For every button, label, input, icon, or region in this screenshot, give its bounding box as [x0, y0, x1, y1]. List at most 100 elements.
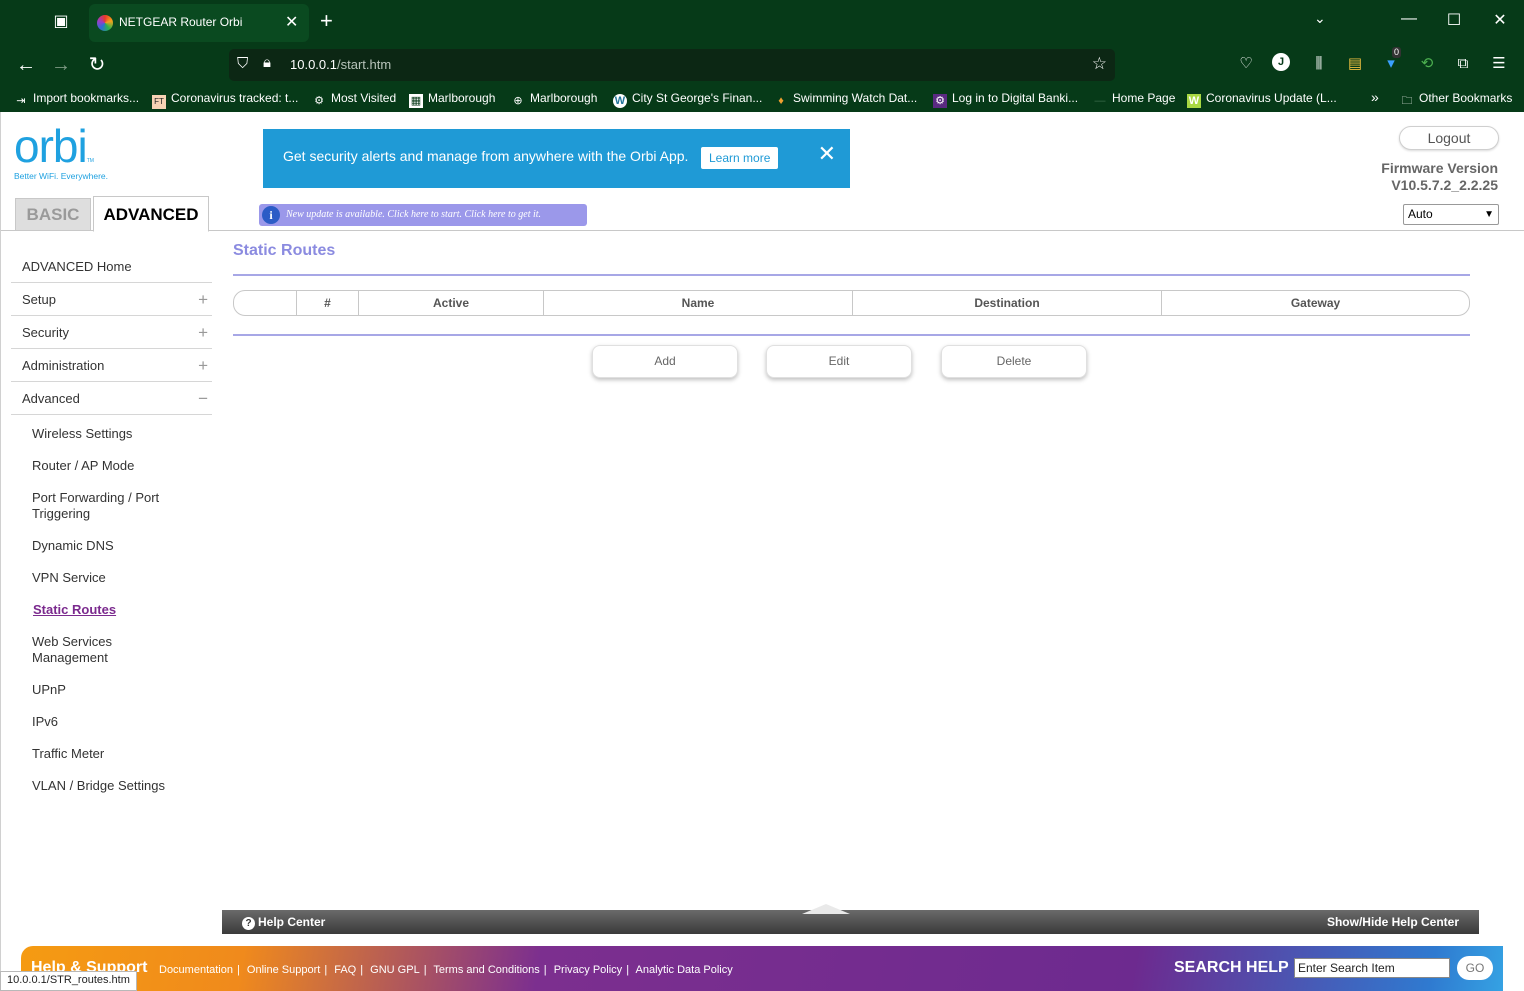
footer-link-faq[interactable]: FAQ [334, 964, 356, 976]
table-divider [233, 334, 1470, 336]
url-text[interactable]: 10.0.0.1/start.htm [290, 57, 391, 72]
update-notice-text: New update is available. Click here to s… [286, 209, 542, 220]
search-go-button[interactable]: GO [1457, 956, 1493, 980]
import-icon: ⇥ [16, 95, 26, 107]
sidebar-subitem-web-services[interactable]: Web Services Management [11, 634, 191, 666]
footer-link-privacy[interactable]: Privacy Policy [554, 964, 622, 976]
browser-tab[interactable]: NETGEAR Router Orbi ✕ [89, 4, 309, 42]
bookmark-item[interactable]: — Home Page [1093, 91, 1176, 108]
vpn-extension-icon[interactable]: ⟲ [1416, 53, 1438, 75]
sidebar-subitem-traffic-meter[interactable]: Traffic Meter [11, 746, 191, 762]
tab-basic[interactable]: BASIC [15, 198, 91, 230]
delete-button[interactable]: Delete [941, 345, 1087, 378]
sidebar-item-advanced-home[interactable]: ADVANCED Home [11, 250, 212, 283]
sidebar-item-administration[interactable]: Administration + [11, 349, 212, 382]
pocket-icon[interactable]: ♡ [1235, 53, 1257, 75]
bookmark-item[interactable]: W City St George's Finan... [613, 91, 762, 108]
tab-list-icon[interactable]: ▣ [48, 10, 74, 34]
sidebar-subitem-ipv6[interactable]: IPv6 [11, 714, 191, 730]
static-routes-table-header: # Active Name Destination Gateway [233, 290, 1470, 316]
library-icon[interactable]: ⫼ [1308, 53, 1330, 75]
hamburger-menu-icon[interactable]: ☰ [1488, 53, 1510, 75]
reload-icon[interactable]: ↻ [83, 53, 111, 77]
info-icon: i [262, 206, 280, 224]
new-tab-icon[interactable]: + [320, 9, 333, 33]
bookmark-item[interactable]: ▦ Marlborough [409, 91, 495, 108]
profile-avatar-icon[interactable]: J [1272, 53, 1290, 71]
footer-link-analytic-data[interactable]: Analytic Data Policy [636, 964, 733, 976]
window-close-icon[interactable]: ✕ [1485, 10, 1515, 30]
sidebar-subitem-vlan-bridge[interactable]: VLAN / Bridge Settings [11, 778, 191, 794]
learn-more-button[interactable]: Learn more [701, 147, 779, 169]
footer-link-online-support[interactable]: Online Support [247, 964, 320, 976]
forward-arrow-icon[interactable]: → [47, 53, 75, 77]
sidebar-subitem-static-routes[interactable]: Static Routes [11, 602, 191, 618]
bookmark-item[interactable]: ⚙ Most Visited [312, 91, 396, 108]
footer-separator: | [360, 964, 364, 976]
help-center-toggle[interactable]: ? Help Center [242, 915, 325, 930]
tab-close-icon[interactable]: ✕ [285, 12, 298, 32]
tab-title: NETGEAR Router Orbi [119, 15, 243, 29]
tracking-shield-icon[interactable]: ⛉ [237, 55, 248, 72]
footer-separator: | [543, 964, 547, 976]
sidebar-item-security[interactable]: Security + [11, 316, 212, 349]
footer-link-terms[interactable]: Terms and Conditions [433, 964, 539, 976]
home-page-favicon-icon: — [1094, 95, 1106, 107]
language-select[interactable]: Auto ▼ [1403, 204, 1499, 225]
update-favicon-icon: W [1187, 94, 1201, 108]
bookmark-item[interactable]: W Coronavirus Update (L... [1187, 91, 1337, 108]
language-select-value: Auto [1408, 207, 1433, 221]
expand-arrow-icon[interactable] [802, 904, 850, 914]
footer-link-documentation[interactable]: Documentation [159, 964, 233, 976]
sidebar-subitem-upnp[interactable]: UPnP [11, 682, 191, 698]
sidebar-item-advanced[interactable]: Advanced − [11, 382, 212, 415]
address-bar[interactable]: ⛉ 🔒︎ 10.0.0.1/start.htm ☆ [229, 49, 1115, 81]
bookmark-item[interactable]: ⇥ Import bookmarks... [14, 91, 139, 108]
add-button[interactable]: Add [592, 345, 738, 378]
sidebar-subitem-wireless-settings[interactable]: Wireless Settings [11, 426, 191, 442]
bank-favicon-icon: ⚙ [933, 94, 947, 108]
footer-separator: | [626, 964, 630, 976]
other-bookmarks[interactable]: 🗀︎ Other Bookmarks [1400, 91, 1513, 108]
bookmarks-overflow-icon[interactable]: » [1371, 89, 1379, 105]
sidebar-subitem-router-ap-mode[interactable]: Router / AP Mode [11, 458, 191, 474]
extension-badge-icon[interactable]: ▾ 0 [1380, 47, 1402, 75]
search-help-input[interactable]: Enter Search Item [1294, 958, 1450, 978]
router-page: orbiTM Better WiFi. Everywhere. BASIC AD… [0, 112, 1524, 991]
edit-button[interactable]: Edit [766, 345, 912, 378]
bookmark-item[interactable]: ⚙ Log in to Digital Banki... [933, 91, 1078, 108]
bookmark-item[interactable]: ♦ Swimming Watch Dat... [774, 91, 917, 108]
folder-icon: 🗀︎ [1401, 95, 1413, 107]
firmware-update-notice[interactable]: i New update is available. Click here to… [259, 204, 587, 226]
sidebar-subitem-dynamic-dns[interactable]: Dynamic DNS [11, 538, 191, 554]
logo-wordmark: orbi [14, 120, 88, 172]
status-bar-url: 10.0.0.1/STR_routes.htm [0, 971, 137, 991]
column-header-name: Name [544, 291, 853, 315]
sidebar-item-setup[interactable]: Setup + [11, 283, 212, 316]
sidebar-subitem-port-forwarding[interactable]: Port Forwarding / Port Triggering [11, 490, 191, 522]
extensions-puzzle-icon[interactable]: ⧉ [1452, 53, 1474, 75]
search-help-label: SEARCH HELP [1174, 959, 1289, 976]
chevron-down-icon[interactable]: ⌄ [1314, 10, 1326, 27]
globe-icon: ⊕ [513, 95, 523, 107]
bookmark-item[interactable]: ⊕ Marlborough [511, 91, 597, 108]
logo-trademark: TM [86, 158, 94, 164]
back-arrow-icon[interactable]: ← [12, 53, 40, 77]
bookmarks-bar: ⇥ Import bookmarks... FT Coronavirus track… [0, 86, 1524, 112]
sidebar-subitem-vpn-service[interactable]: VPN Service [11, 570, 191, 586]
banner-close-icon[interactable]: ✕ [818, 143, 836, 165]
ft-favicon-icon: FT [152, 95, 166, 109]
bookmark-star-icon[interactable]: ☆ [1092, 54, 1107, 74]
logout-button[interactable]: Logout [1399, 126, 1499, 150]
tab-advanced[interactable]: ADVANCED [93, 196, 209, 232]
lock-icon[interactable]: 🔒︎ [263, 54, 271, 71]
footer-separator: | [237, 964, 240, 976]
extension-icon[interactable]: ▤ [1344, 53, 1366, 75]
show-hide-help-center[interactable]: Show/Hide Help Center [1327, 915, 1459, 929]
question-icon: ? [242, 917, 255, 930]
maximize-icon[interactable]: ☐ [1439, 10, 1469, 30]
bookmark-item[interactable]: FT Coronavirus tracked: t... [152, 91, 298, 109]
footer-link-gnu-gpl[interactable]: GNU GPL [370, 964, 420, 976]
plus-icon: + [198, 290, 208, 309]
minimize-icon[interactable]: — [1394, 10, 1424, 28]
